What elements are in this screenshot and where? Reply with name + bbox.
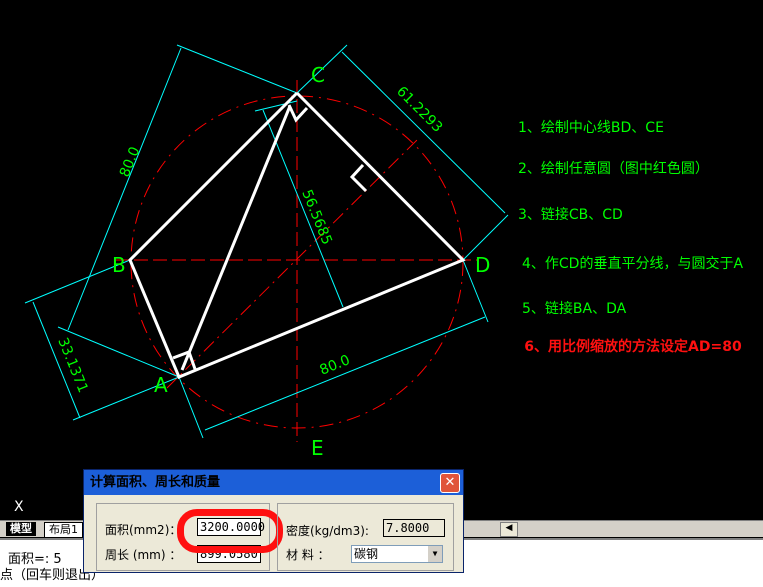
dimension-lines bbox=[24, 44, 509, 439]
step-3: 3、链接CB、CD bbox=[518, 207, 623, 223]
chevron-down-icon[interactable]: ▼ bbox=[428, 546, 442, 562]
dim-height-text: 56.5685 bbox=[298, 188, 335, 248]
label-a: A bbox=[154, 373, 168, 397]
step-1: 1、绘制中心线BD、CE bbox=[518, 120, 664, 136]
dim-ad-text: 80.0 bbox=[318, 352, 353, 379]
material-group: 密度(kg/dm3): 7.8000 材 料 ： 碳钢 ▼ bbox=[277, 503, 454, 571]
label-d: D bbox=[475, 253, 490, 277]
label-e: E bbox=[311, 436, 324, 460]
material-value: 碳钢 bbox=[354, 547, 379, 561]
red-highlight-mark bbox=[177, 509, 283, 553]
area-label: 面积(mm2)： bbox=[105, 523, 182, 537]
close-button[interactable]: ✕ bbox=[440, 473, 460, 493]
perimeter-label: 周长 (mm) ： bbox=[105, 548, 182, 562]
ucs-icon: X bbox=[14, 499, 24, 515]
area-dialog: 计算面积、周长和质量 ✕ 面积(mm2)： 3200.0000 周长 (mm) … bbox=[83, 469, 464, 573]
density-label: 密度(kg/dm3): bbox=[286, 524, 369, 538]
scroll-left-button[interactable]: ◀ bbox=[500, 522, 518, 537]
step-5: 5、链接BA、DA bbox=[522, 301, 627, 317]
dim-bc-text: 80.0 bbox=[117, 145, 144, 180]
density-field[interactable]: 7.8000 bbox=[383, 519, 445, 537]
material-select[interactable]: 碳钢 ▼ bbox=[351, 545, 443, 563]
label-c: C bbox=[311, 63, 325, 87]
step-6: 6、用比例缩放的方法设定AD=80 bbox=[524, 339, 742, 355]
centerlines bbox=[115, 80, 478, 442]
dialog-title: 计算面积、周长和质量 bbox=[90, 475, 221, 490]
tab-model[interactable]: 模型 bbox=[6, 522, 36, 536]
tab-layout1[interactable]: 布局1 bbox=[44, 522, 83, 538]
step-4: 4、作CD的垂直平分线，与圆交于A bbox=[522, 256, 744, 272]
label-b: B bbox=[112, 253, 126, 277]
material-label: 材 料 ： bbox=[286, 548, 330, 562]
step-2: 2、绘制任意圆（图中红色圆） bbox=[518, 161, 709, 177]
dialog-titlebar[interactable]: 计算面积、周长和质量 bbox=[84, 470, 463, 495]
dim-ab-text: 33.1371 bbox=[54, 336, 91, 396]
perpendicular-bisector bbox=[166, 136, 421, 389]
